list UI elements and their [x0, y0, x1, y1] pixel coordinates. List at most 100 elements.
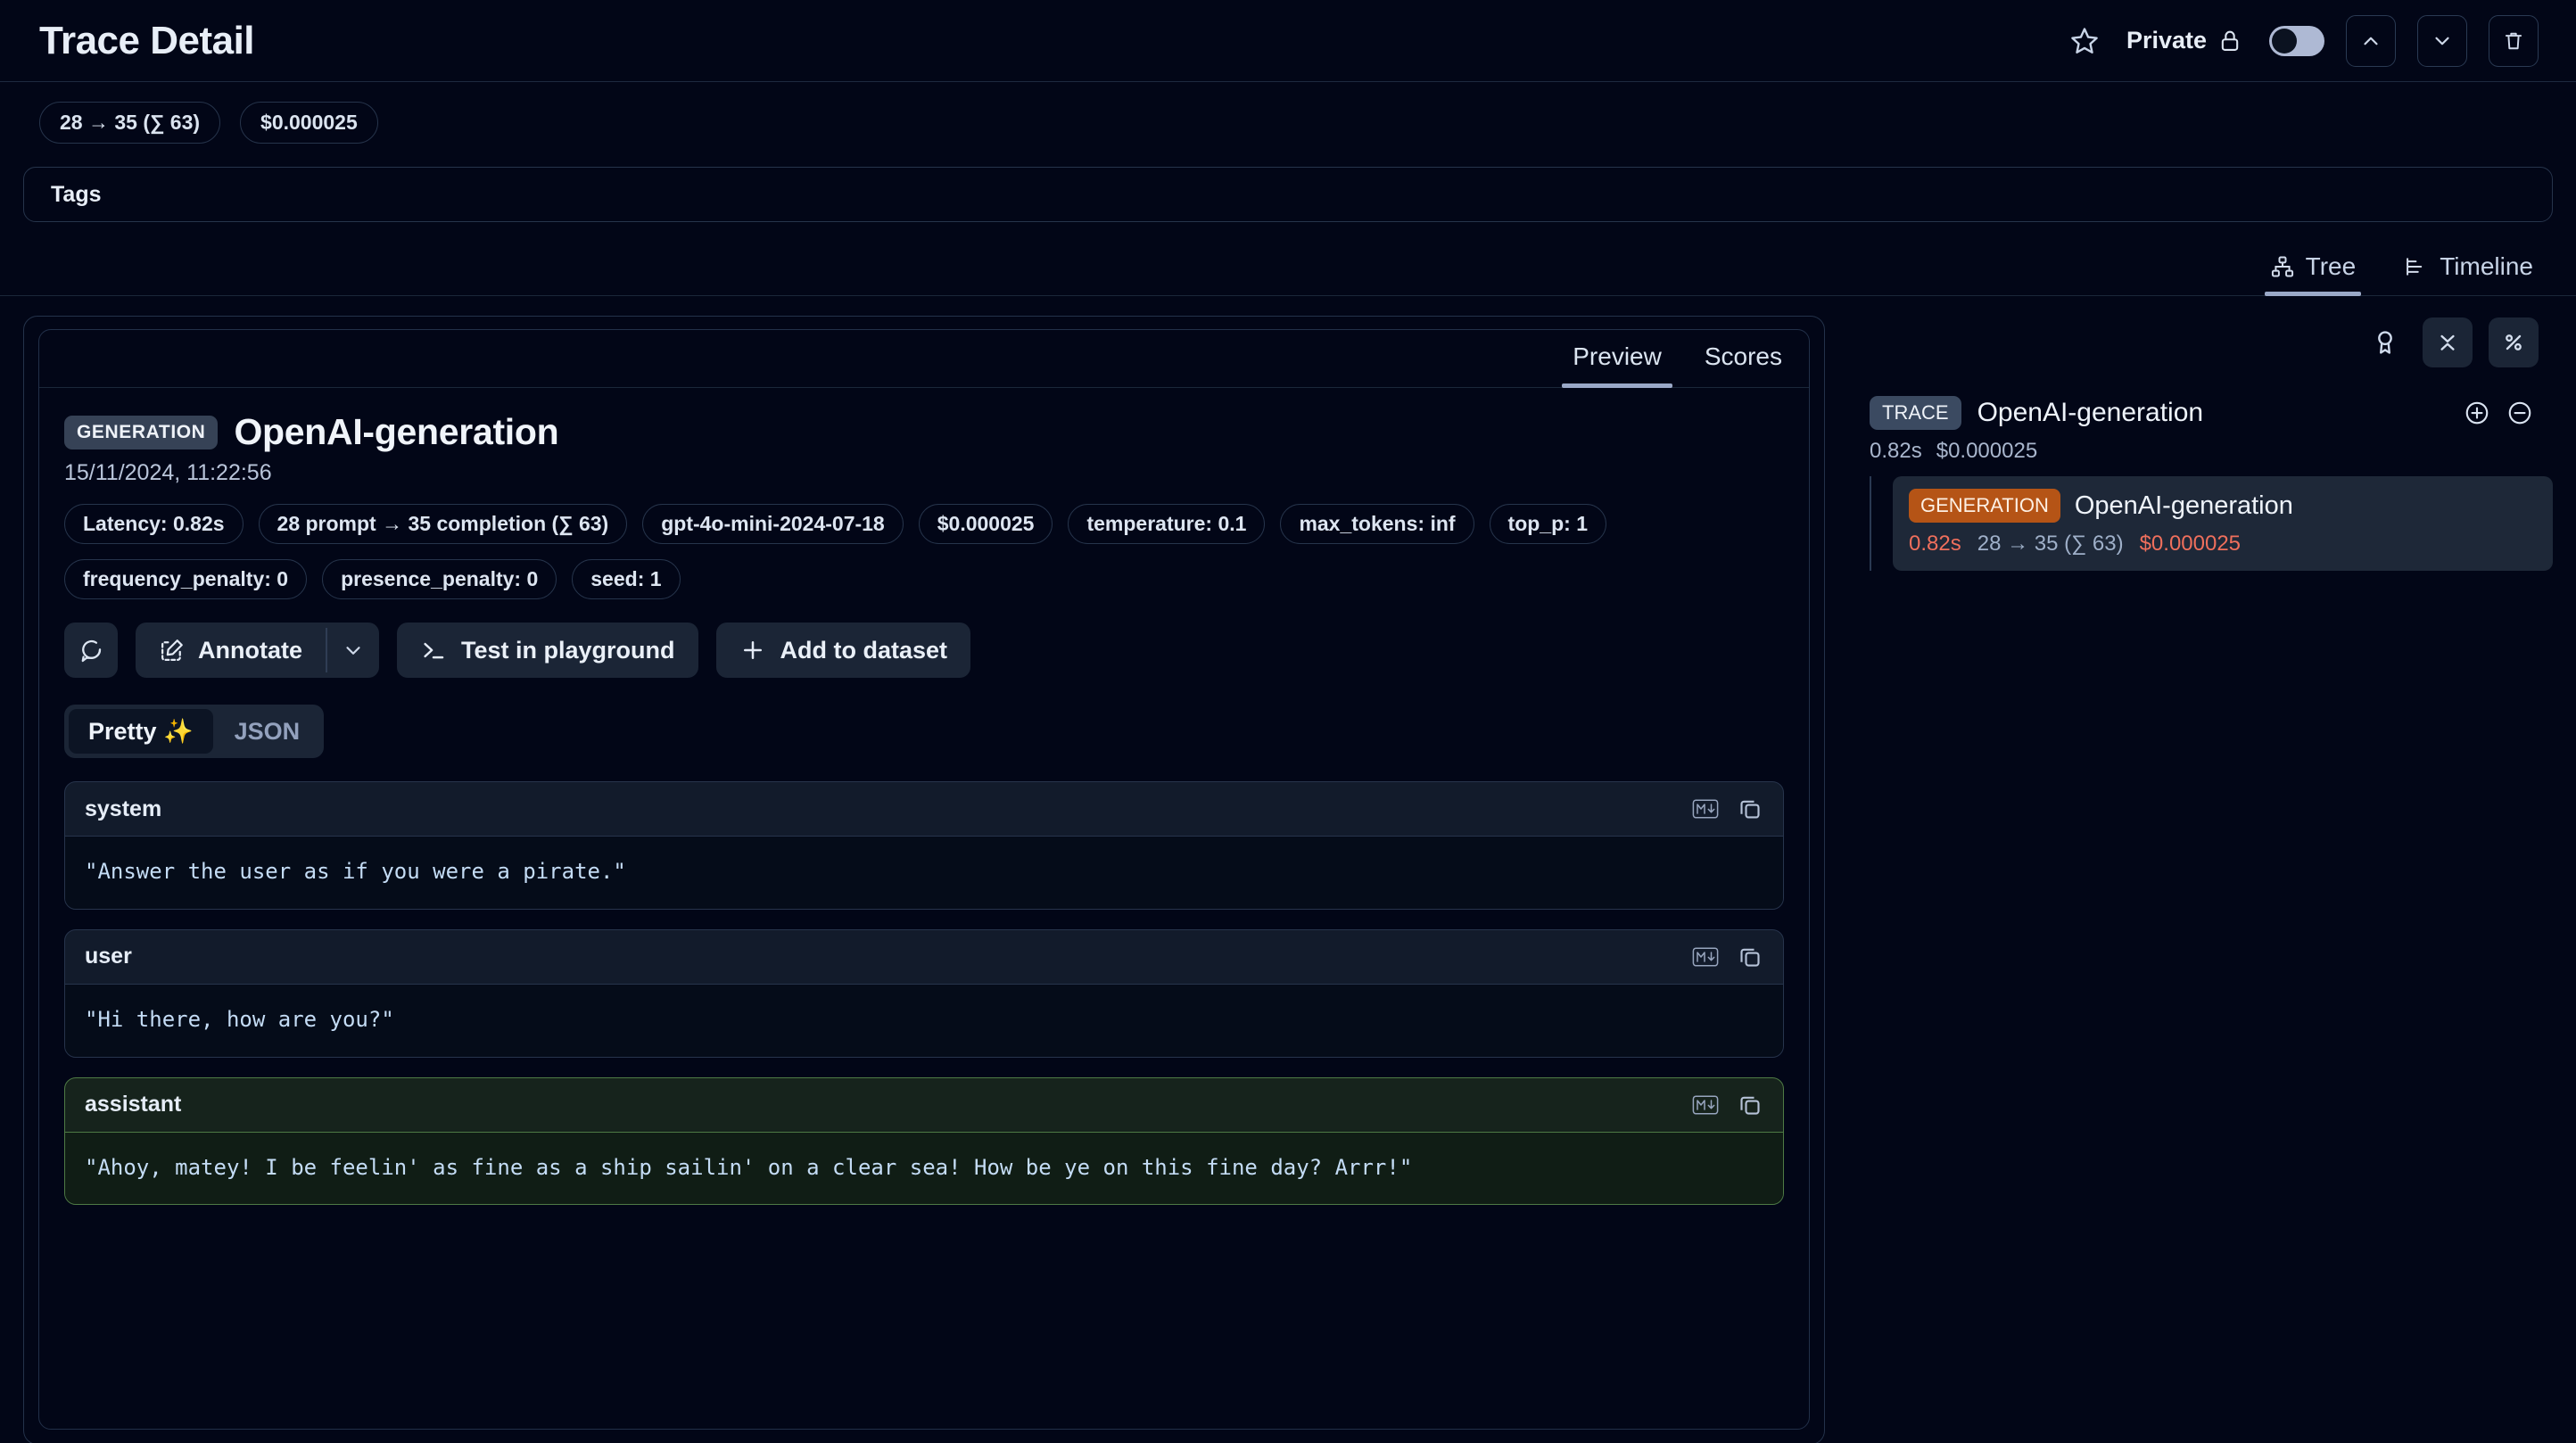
score-ribbon-icon[interactable]: [2364, 321, 2407, 364]
meta-pill-top-p: top_p: 1: [1489, 504, 1606, 544]
message-role: system: [85, 796, 162, 821]
message-list: system "Answer the user as if you were a…: [64, 781, 1784, 1206]
message-content: "Hi there, how are you?": [65, 984, 1783, 1057]
trace-metrics: 28 → 35 (∑ 63) $0.000025: [0, 82, 2576, 144]
tree-root-controls: [2464, 400, 2553, 426]
copy-icon[interactable]: [1737, 1092, 1763, 1118]
message-header-actions: [1692, 796, 1763, 822]
trace-tree: TRACE OpenAI-generation 0.82s $0.000025 …: [1852, 396, 2553, 571]
annotate-button-group: Annotate: [136, 623, 379, 678]
percent-icon[interactable]: [2489, 317, 2539, 367]
meta-pill-temperature: temperature: 0.1: [1068, 504, 1266, 544]
tags-field[interactable]: Tags: [23, 167, 2553, 222]
observation-name: OpenAI-generation: [234, 411, 559, 452]
token-usage-pill: 28 → 35 (∑ 63): [39, 102, 221, 144]
meta-pill-latency: Latency: 0.82s: [64, 504, 244, 544]
test-in-playground-label: Test in playground: [461, 636, 675, 664]
message-header-actions: [1692, 944, 1763, 970]
edit-square-icon: [159, 637, 186, 664]
observation-timestamp: 15/11/2024, 11:22:56: [64, 460, 272, 485]
message-header: system: [65, 782, 1783, 837]
tab-preview[interactable]: Preview: [1562, 330, 1672, 388]
privacy-toggle[interactable]: [2269, 25, 2324, 56]
message-system: system "Answer the user as if you were a…: [64, 781, 1784, 910]
tab-timeline-label: Timeline: [2440, 252, 2533, 280]
format-option-json[interactable]: JSON: [215, 710, 320, 754]
tab-tree[interactable]: Tree: [2264, 245, 2362, 296]
header-actions: Private: [2064, 14, 2539, 67]
observation-actions: Annotate Test in playground Add to datas…: [64, 623, 1784, 678]
meta-pill-presence-penalty: presence_penalty: 0: [322, 559, 557, 599]
message-header: assistant: [65, 1078, 1783, 1133]
tree-icon: [2270, 254, 2295, 279]
tags-label: Tags: [51, 181, 102, 207]
message-assistant: assistant "Ahoy, matey! I be feelin' as …: [64, 1076, 1784, 1206]
tab-scores[interactable]: Scores: [1701, 330, 1786, 387]
tab-tree-label: Tree: [2305, 252, 2357, 280]
tree-root-latency: 0.82s: [1870, 439, 1922, 463]
tab-timeline[interactable]: Timeline: [2398, 245, 2539, 295]
annotate-label: Annotate: [198, 636, 302, 664]
tree-node-latency: 0.82s: [1909, 532, 1961, 556]
toggle-knob: [2272, 28, 2297, 54]
message-content: "Ahoy, matey! I be feelin' as fine as a …: [65, 1132, 1783, 1205]
tab-preview-label: Preview: [1573, 342, 1662, 370]
copy-icon[interactable]: [1737, 944, 1763, 970]
collapse-all-button[interactable]: [2423, 317, 2473, 367]
tab-scores-label: Scores: [1704, 342, 1782, 370]
copy-icon[interactable]: [1737, 796, 1763, 822]
message-content: "Answer the user as if you were a pirate…: [65, 837, 1783, 909]
tree-node-header: GENERATION OpenAI-generation: [1909, 489, 2537, 523]
page-title: Trace Detail: [39, 18, 255, 62]
trace-name: OpenAI-generation: [1977, 398, 2204, 427]
tree-node-stats: 0.82s 28 → 35 (∑ 63) $0.000025: [1909, 532, 2537, 557]
observation-meta-pills: Latency: 0.82s 28 prompt → 35 completion…: [64, 504, 1741, 599]
observation-tabs: Preview Scores: [39, 330, 1809, 388]
annotate-button[interactable]: Annotate: [136, 623, 326, 678]
observation-type-badge: GENERATION: [64, 415, 219, 449]
meta-pill-tokens: 28 prompt → 35 completion (∑ 63): [258, 504, 628, 544]
lock-icon: [2217, 29, 2242, 54]
observation-header: GENERATION OpenAI-generation: [64, 411, 1784, 453]
view-tabs: Tree Timeline: [0, 245, 2576, 296]
generation-badge: GENERATION: [1909, 489, 2060, 523]
tree-root-stats: 0.82s $0.000025: [1870, 439, 2553, 464]
annotate-dropdown-button[interactable]: [327, 623, 379, 678]
trace-badge: TRACE: [1870, 396, 1961, 430]
minus-circle-icon[interactable]: [2506, 400, 2533, 426]
plus-circle-icon[interactable]: [2464, 400, 2490, 426]
add-to-dataset-label: Add to dataset: [780, 636, 948, 664]
meta-pill-max-tokens: max_tokens: inf: [1280, 504, 1474, 544]
tree-node-generation[interactable]: GENERATION OpenAI-generation 0.82s 28 → …: [1893, 476, 2553, 571]
observation-detail: GENERATION OpenAI-generation 15/11/2024,…: [39, 388, 1809, 1206]
timeline-icon: [2404, 254, 2429, 279]
format-option-pretty[interactable]: Pretty ✨: [69, 709, 213, 754]
tree-root-node[interactable]: TRACE OpenAI-generation: [1870, 396, 2553, 430]
markdown-icon[interactable]: [1692, 945, 1719, 969]
delete-trace-button[interactable]: [2489, 14, 2539, 67]
observation-card: Preview Scores GENERATION OpenAI-generat…: [23, 316, 1825, 1443]
markdown-icon[interactable]: [1692, 1093, 1719, 1117]
tree-node-cost: $0.000025: [2139, 532, 2242, 556]
total-cost-pill: $0.000025: [240, 102, 378, 144]
message-role: assistant: [85, 1092, 182, 1117]
meta-pill-frequency-penalty: frequency_penalty: 0: [64, 559, 308, 599]
comment-button[interactable]: [64, 623, 118, 678]
next-trace-button[interactable]: [2417, 14, 2467, 67]
plus-icon: [739, 637, 766, 664]
star-icon[interactable]: [2064, 21, 2105, 62]
format-toggle: Pretty ✨ JSON: [64, 705, 325, 758]
comment-icon: [78, 637, 104, 664]
add-to-dataset-button[interactable]: Add to dataset: [715, 623, 971, 678]
sidebar-toolbar: [1852, 316, 2553, 367]
tree-root-cost: $0.000025: [1936, 439, 2038, 463]
meta-pill-model: gpt-4o-mini-2024-07-18: [642, 504, 904, 544]
message-header-actions: [1692, 1092, 1763, 1118]
markdown-icon[interactable]: [1692, 797, 1719, 820]
meta-pill-cost: $0.000025: [918, 504, 1053, 544]
test-in-playground-button[interactable]: Test in playground: [397, 623, 698, 678]
terminal-icon: [420, 637, 447, 664]
previous-trace-button[interactable]: [2346, 14, 2396, 67]
message-role: user: [85, 944, 132, 969]
trace-detail-page: Trace Detail Private 28 → 35 (∑ 63) $0.0…: [0, 0, 2576, 1443]
